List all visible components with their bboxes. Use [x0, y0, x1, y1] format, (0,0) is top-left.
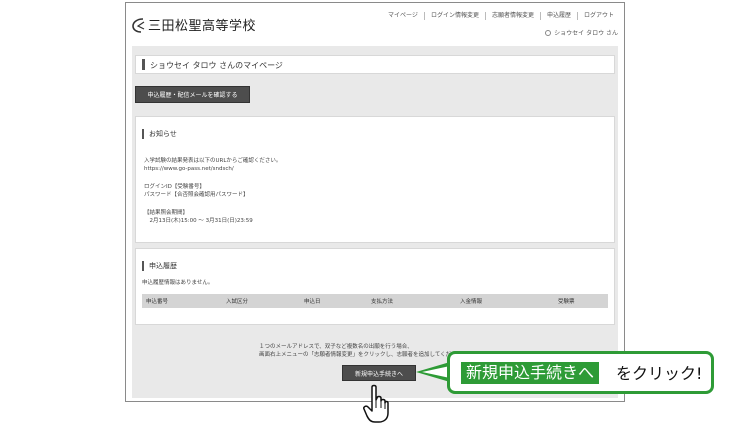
instruction-callout: 新規申込手続きへ をクリック! — [447, 351, 714, 394]
nav-applicant-info-change[interactable]: 志願者情報変更 — [484, 12, 540, 20]
footer-note: １つのメールアドレスで、双子など複数名の出願を行う場合、 — [259, 344, 413, 350]
column-header: 申込日 — [304, 299, 321, 305]
nav-application-history[interactable]: 申込履歴 — [539, 12, 577, 20]
school-crest-icon — [132, 17, 145, 33]
heading-accent-bar — [142, 129, 144, 139]
column-header: 支払方法 — [371, 299, 394, 305]
nav-logout[interactable]: ログアウト — [576, 12, 620, 20]
column-header: 入金情報 — [460, 299, 483, 305]
notice-line: 【結果照会期間】 — [144, 210, 189, 216]
column-header: 受験票 — [558, 299, 575, 305]
school-name: 三田松聖高等学校 — [148, 19, 257, 34]
notice-line: 入学試験の結果発表は以下のURLからご確認ください。 — [144, 158, 282, 164]
new-application-button[interactable]: 新規申込手続きへ — [342, 365, 416, 381]
history-heading-row: 申込履歴 — [142, 261, 177, 271]
notice-line: ログインID【受験番号】 — [144, 184, 205, 190]
page-title-bar: ショウセイ タロウ さんのマイページ — [135, 55, 615, 74]
history-empty-text: 申込履歴情報はありません。 — [142, 280, 214, 286]
nav-login-info-change[interactable]: ログイン情報変更 — [423, 12, 485, 20]
notice-url-link[interactable]: https://www.go-pass.net/sndsch/ — [144, 166, 234, 173]
school-logo[interactable]: 三田松聖高等学校 — [132, 15, 256, 34]
history-heading: 申込履歴 — [149, 262, 177, 270]
history-table-header: 申込番号 入試区分 申込日 支払方法 入金情報 受験票 — [142, 294, 608, 308]
notice-panel: お知らせ 入学試験の結果発表は以下のURLからご確認ください。 https://… — [135, 116, 615, 243]
footer-note: 画面右上メニューの「志願者情報変更」をクリックし、志願者を追加してください。 — [259, 352, 468, 358]
column-header: 入試区分 — [226, 299, 249, 305]
browser-frame: 三田松聖高等学校 マイページ ログイン情報変更 志願者情報変更 申込履歴 ログア… — [125, 2, 625, 402]
callout-pointer — [416, 362, 450, 382]
history-mail-button[interactable]: 申込履歴・配信メールを確認する — [135, 86, 250, 103]
notice-heading: お知らせ — [149, 130, 177, 138]
site-header: 三田松聖高等学校 マイページ ログイン情報変更 志願者情報変更 申込履歴 ログア… — [126, 3, 624, 43]
nav-mypage[interactable]: マイページ — [382, 12, 424, 20]
notice-line: パスワード【合否照会確認用パスワード】 — [144, 192, 249, 198]
callout-text: をクリック! — [616, 364, 703, 383]
notice-heading-row: お知らせ — [142, 129, 177, 139]
user-display: ショウセイ タロウ さん — [545, 28, 618, 37]
page-title: ショウセイ タロウ さんのマイページ — [150, 61, 283, 70]
user-name: ショウセイ タロウ さん — [554, 30, 618, 37]
top-navigation: マイページ ログイン情報変更 志願者情報変更 申込履歴 ログアウト — [382, 12, 620, 20]
heading-accent-bar — [142, 261, 144, 271]
history-panel: 申込履歴 申込履歴情報はありません。 申込番号 入試区分 申込日 支払方法 入金… — [135, 248, 615, 325]
notice-line: 2月13日(木)15:00 ～ 3月31日(日)23:59 — [144, 218, 253, 224]
title-accent-bar — [142, 59, 145, 70]
callout-highlight: 新規申込手続きへ — [461, 362, 600, 384]
main-content: ショウセイ タロウ さんのマイページ 申込履歴・配信メールを確認する お知らせ … — [132, 46, 618, 398]
user-icon — [545, 29, 552, 36]
pointer-hand-icon — [363, 384, 389, 423]
column-header: 申込番号 — [146, 299, 169, 305]
